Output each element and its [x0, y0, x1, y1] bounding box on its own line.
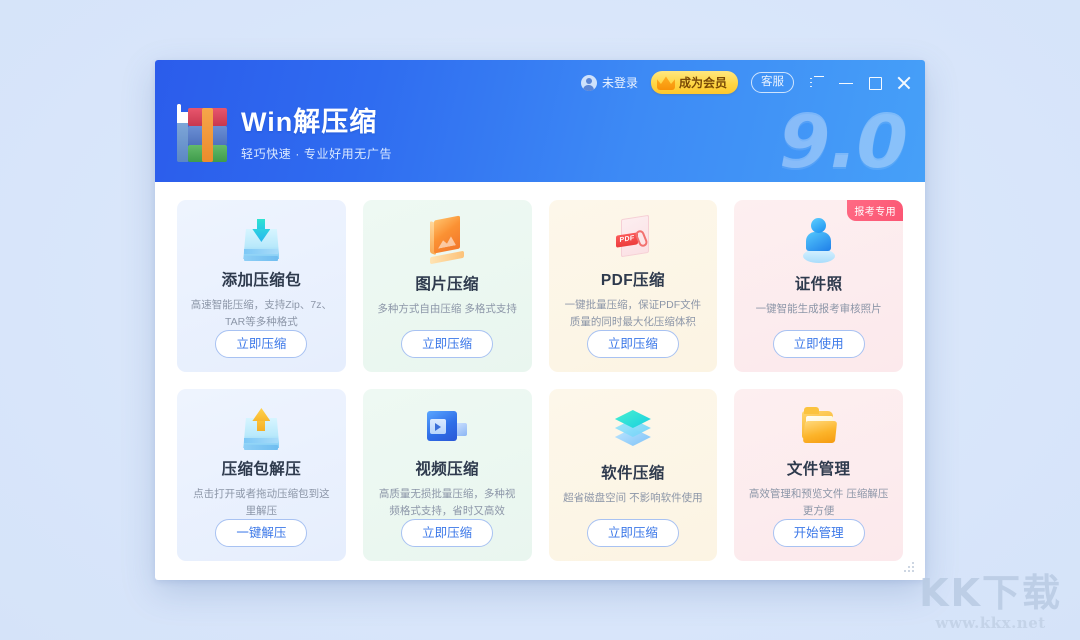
- card-action-button[interactable]: 立即压缩: [215, 329, 308, 358]
- card-action-button[interactable]: 立即压缩: [401, 518, 494, 547]
- card-title: 压缩包解压: [221, 461, 302, 479]
- pdf-document-icon: PDF: [606, 214, 660, 263]
- card-id-photo[interactable]: 报考专用 证件照 一键智能生成报考审核照片 立即使用: [734, 200, 903, 372]
- upload-bin-icon: [234, 404, 288, 452]
- feature-card-grid: 添加压缩包 高速智能压缩，支持Zip、7z、TAR等多种格式 立即压缩 图片压缩…: [177, 200, 903, 561]
- card-title: 证件照: [794, 276, 843, 293]
- card-action-button[interactable]: 立即使用: [772, 329, 865, 358]
- card-software-compress[interactable]: 软件压缩 超省磁盘空间 不影响软件使用 立即压缩: [548, 389, 718, 561]
- card-file-manage[interactable]: 文件管理 高效管理和预览文件 压缩解压更方便 开始管理: [734, 389, 903, 561]
- support-button[interactable]: 客服: [751, 71, 794, 94]
- user-avatar-icon: [580, 74, 597, 91]
- layers-icon: [606, 404, 660, 456]
- card-video-compress[interactable]: 视频压缩 高质量无损批量压缩，多种视频格式支持，省时又高效 立即压缩: [362, 389, 532, 561]
- version-watermark: 9.0: [778, 99, 908, 182]
- card-title: 添加压缩包: [221, 272, 302, 290]
- watermark-sub: www.kkx.net: [935, 614, 1046, 632]
- app-window: 9.0 Win解压缩 轻巧快速 · 专业好用无广告 未登录 成为会员 客服 添加…: [155, 60, 925, 580]
- close-icon[interactable]: [897, 76, 911, 90]
- card-title: 软件压缩: [601, 465, 665, 482]
- window-controls: [810, 75, 911, 90]
- login-status-button[interactable]: 未登录: [580, 74, 638, 91]
- card-action-button[interactable]: 立即压缩: [586, 518, 679, 547]
- video-camera-icon: [420, 404, 474, 452]
- resize-grip[interactable]: [904, 560, 917, 573]
- minimize-icon[interactable]: [839, 76, 853, 90]
- card-title: 文件管理: [786, 461, 851, 479]
- card-title: PDF压缩: [600, 272, 665, 290]
- picture-frame-icon: [420, 215, 474, 267]
- card-action-button[interactable]: 立即压缩: [401, 329, 494, 358]
- card-extract-archive[interactable]: 压缩包解压 点击打开或者拖动压缩包到这里解压 一键解压: [177, 389, 346, 561]
- crown-icon: [656, 76, 675, 90]
- card-add-archive[interactable]: 添加压缩包 高速智能压缩，支持Zip、7z、TAR等多种格式 立即压缩: [177, 200, 346, 372]
- page-title: Win解压缩: [241, 107, 378, 138]
- card-pdf-compress[interactable]: PDF PDF压缩 一键批量压缩，保证PDF文件质量的同时最大化压缩体积 立即压…: [548, 200, 718, 372]
- folder-icon: [792, 404, 846, 452]
- site-watermark: KK下载 www.kkx.net: [919, 571, 1062, 632]
- card-action-button[interactable]: 一键解压: [215, 518, 308, 547]
- card-description: 高效管理和预览文件 压缩解压更方便: [748, 488, 889, 517]
- app-subtitle: 轻巧快速 · 专业好用无广告: [241, 146, 393, 161]
- login-status-label: 未登录: [601, 76, 638, 90]
- person-bust-icon: [792, 215, 846, 267]
- card-image-compress[interactable]: 图片压缩 多种方式自由压缩 多格式支持 立即压缩: [362, 200, 532, 372]
- card-description: 超省磁盘空间 不影响软件使用: [563, 492, 703, 504]
- brand-block: Win解压缩 轻巧快速 · 专业好用无广告: [177, 104, 393, 164]
- card-action-button[interactable]: 开始管理: [772, 518, 865, 547]
- app-header: 9.0 Win解压缩 轻巧快速 · 专业好用无广告 未登录 成为会员 客服: [155, 60, 925, 182]
- download-bin-icon: [234, 215, 288, 263]
- winrar-books-icon: [177, 104, 227, 164]
- card-action-button[interactable]: 立即压缩: [586, 329, 679, 358]
- card-description: 高质量无损批量压缩，多种视频格式支持，省时又高效: [378, 488, 516, 517]
- main-content: 添加压缩包 高速智能压缩，支持Zip、7z、TAR等多种格式 立即压缩 图片压缩…: [155, 182, 925, 580]
- card-description: 多种方式自由压缩 多格式支持: [377, 303, 517, 315]
- status-badge: 报考专用: [847, 200, 903, 221]
- card-description: 点击打开或者拖动压缩包到这里解压: [193, 488, 330, 517]
- card-description: 高速智能压缩，支持Zip、7z、TAR等多种格式: [190, 299, 332, 328]
- maximize-icon[interactable]: [868, 76, 882, 90]
- header-toolbar: 未登录 成为会员 客服: [580, 71, 911, 94]
- card-title: 视频压缩: [415, 461, 479, 479]
- watermark-main: KK下载: [919, 571, 1062, 616]
- card-description: 一键批量压缩，保证PDF文件质量的同时最大化压缩体积: [564, 299, 702, 328]
- become-member-button[interactable]: 成为会员: [650, 71, 738, 94]
- menu-list-icon[interactable]: [810, 75, 824, 90]
- card-description: 一键智能生成报考审核照片: [755, 303, 882, 315]
- become-member-label: 成为会员: [678, 76, 727, 90]
- card-title: 图片压缩: [415, 276, 479, 293]
